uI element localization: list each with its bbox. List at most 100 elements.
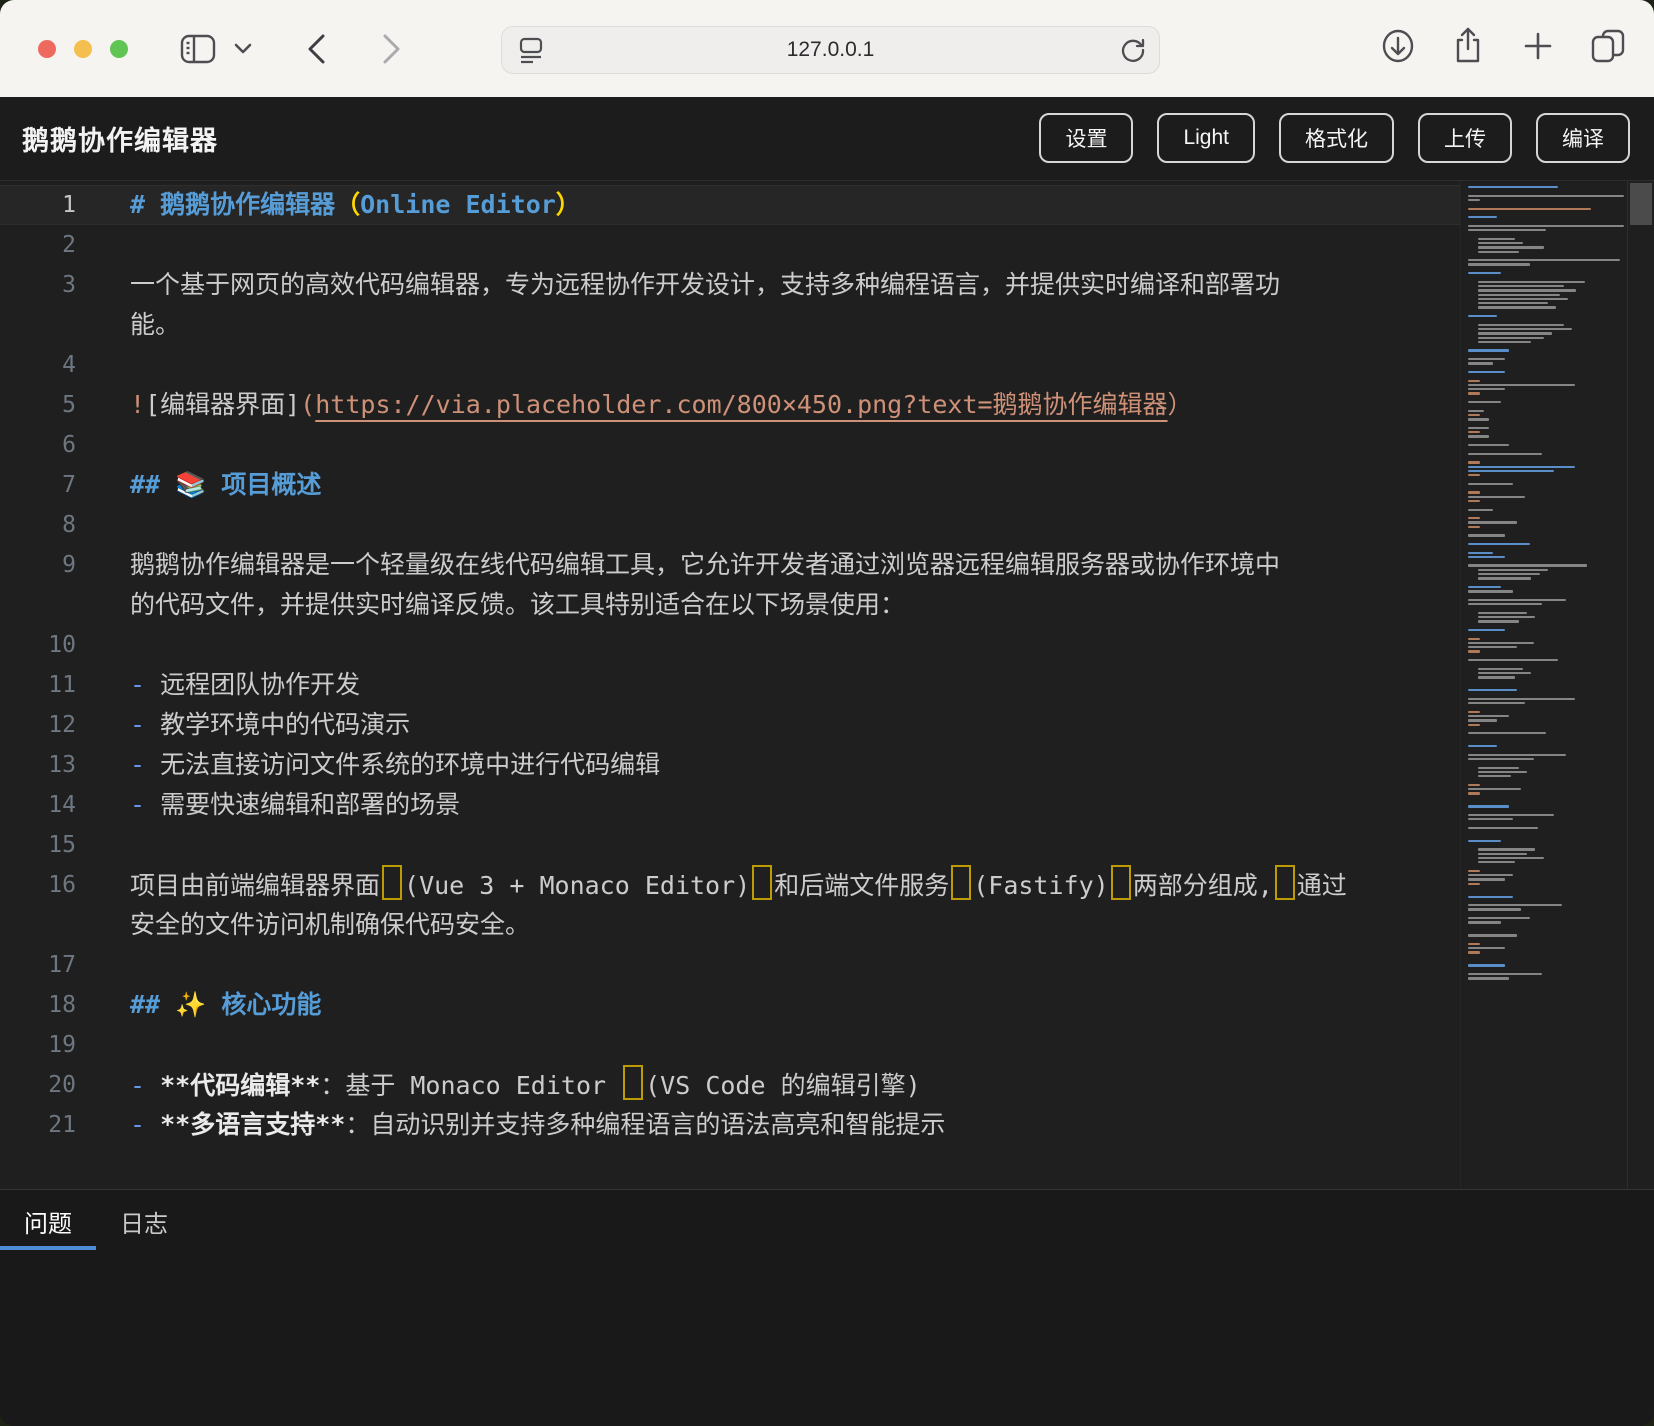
minimap-line [1468, 229, 1546, 231]
minimap-line [1468, 414, 1480, 416]
minimap-line [1468, 921, 1501, 923]
editor-scrollbar[interactable] [1628, 181, 1654, 1189]
chevron-down-icon[interactable] [228, 27, 258, 71]
upload-button[interactable]: 上传 [1418, 113, 1512, 163]
code-line[interactable]: 7## 📚 项目概述 [0, 465, 1461, 505]
minimap-line [1468, 466, 1575, 468]
minimap-line [1478, 328, 1572, 330]
minimap-line [1468, 208, 1591, 210]
minimap-line [1468, 358, 1505, 360]
share-icon[interactable] [1446, 24, 1490, 68]
unicode-highlight-box [382, 865, 402, 900]
line-number: 18 [0, 985, 76, 1025]
code-line[interactable]: 13- 无法直接访问文件系统的环境中进行代码编辑 [0, 745, 1461, 785]
code-line[interactable]: 2 [0, 225, 1461, 265]
close-window-button[interactable] [38, 40, 56, 58]
line-content: - 教学环境中的代码演示 [130, 705, 410, 745]
code-line[interactable]: 15 [0, 825, 1461, 865]
code-line[interactable]: 14- 需要快速编辑和部署的场景 [0, 785, 1461, 825]
scrollbar-thumb[interactable] [1630, 183, 1652, 225]
code-line[interactable]: 19 [0, 1025, 1461, 1065]
line-number: 10 [0, 625, 76, 665]
minimap-line [1468, 410, 1484, 412]
minimap-line [1468, 973, 1542, 975]
minimap-line [1468, 934, 1517, 936]
minimap-line [1468, 418, 1489, 420]
toolbar-buttons: 设置 Light 格式化上传编译 [1039, 113, 1630, 163]
minimap-content [1461, 181, 1627, 1189]
code-line[interactable]: 4 [0, 345, 1461, 385]
code-line[interactable]: 1# 鹅鹅协作编辑器（Online Editor） [0, 185, 1461, 225]
code-line-wrap[interactable]: 能。 [0, 305, 1461, 345]
minimap-line [1468, 461, 1480, 463]
refresh-icon[interactable] [1119, 36, 1147, 64]
line-content: 能。 [130, 305, 180, 345]
unicode-highlight-box [752, 865, 772, 900]
minimap-line [1468, 964, 1505, 966]
reader-icon[interactable] [516, 35, 546, 65]
code-token: 和后端文件服务 [774, 871, 949, 900]
minimap-line [1468, 427, 1489, 429]
sidebar-icon[interactable] [176, 27, 220, 71]
code-line[interactable]: 5![编辑器界面](https://via.placeholder.com/80… [0, 385, 1461, 425]
panel-tab-logs[interactable]: 日志 [96, 1190, 192, 1252]
minimap-line [1468, 556, 1505, 558]
minimap-line [1468, 745, 1497, 747]
code-line-wrap[interactable]: 安全的文件访问机制确保代码安全。 [0, 905, 1461, 945]
line-number: 9 [0, 545, 76, 585]
compile-button[interactable]: 编译 [1536, 113, 1630, 163]
minimap-line [1468, 259, 1620, 261]
forward-icon[interactable] [370, 27, 414, 71]
minimap-line [1468, 435, 1489, 437]
code-token: ✨ [175, 990, 206, 1019]
theme-button[interactable]: Light [1157, 113, 1255, 163]
code-line-wrap[interactable]: 的代码文件，并提供实时编译反馈。该工具特别适合在以下场景使用： [0, 585, 1461, 625]
minimap[interactable] [1460, 181, 1628, 1189]
panel-tab-problems[interactable]: 问题 [0, 1190, 96, 1252]
code-token: Online Editor [360, 190, 556, 219]
bottom-panel: 问题日志 [0, 1189, 1654, 1426]
code-token: **多语言支持** [160, 1110, 345, 1139]
minimap-line [1478, 767, 1519, 769]
code-line[interactable]: 21- **多语言支持**：自动识别并支持多种编程语言的语法高亮和智能提示 [0, 1105, 1461, 1145]
code-token: 的代码文件，并提供实时编译反馈。该工具特别适合在以下场景使用： [130, 590, 905, 619]
code-token: - [130, 1071, 160, 1100]
minimap-line [1478, 577, 1531, 579]
minimap-line [1468, 943, 1480, 945]
code-token: (Vue 3 + Monaco Editor) [404, 871, 750, 900]
code-line[interactable]: 6 [0, 425, 1461, 465]
code-token: 核心功能 [206, 990, 321, 1019]
code-line[interactable]: 17 [0, 945, 1461, 985]
code-line[interactable]: 3一个基于网页的高效代码编辑器，专为远程协作开发设计，支持多种编程语言，并提供实… [0, 265, 1461, 305]
line-number: 1 [0, 185, 76, 225]
minimize-window-button[interactable] [74, 40, 92, 58]
new-tab-icon[interactable] [1516, 24, 1560, 68]
line-number [0, 905, 76, 945]
tabs-overview-icon[interactable] [1586, 24, 1630, 68]
code-line[interactable]: 9鹅鹅协作编辑器是一个轻量级在线代码编辑工具，它允许开发者通过浏览器远程编辑服务… [0, 545, 1461, 585]
code-line[interactable]: 11- 远程团队协作开发 [0, 665, 1461, 705]
code-line[interactable]: 16项目由前端编辑器界面(Vue 3 + Monaco Editor)和后端文件… [0, 865, 1461, 905]
address-bar[interactable]: 127.0.0.1 [501, 26, 1160, 74]
code-line[interactable]: 18## ✨ 核心功能 [0, 985, 1461, 1025]
code-editor[interactable]: 1# 鹅鹅协作编辑器（Online Editor）23一个基于网页的高效代码编辑… [0, 181, 1654, 1189]
minimap-line [1478, 251, 1519, 253]
format-button[interactable]: 格式化 [1279, 113, 1394, 163]
line-content: 安全的文件访问机制确保代码安全。 [130, 905, 530, 945]
code-line[interactable]: 12 - 教学环境中的代码演示 [0, 705, 1461, 745]
line-number: 12 [0, 705, 76, 745]
downloads-icon[interactable] [1376, 24, 1420, 68]
settings-button[interactable]: 设置 [1039, 113, 1133, 163]
line-number: 14 [0, 785, 76, 825]
code-token: 安全的文件访问机制确保代码安全。 [130, 910, 530, 939]
code-line[interactable]: 8 [0, 505, 1461, 545]
back-icon[interactable] [294, 27, 338, 71]
zoom-window-button[interactable] [110, 40, 128, 58]
code-line[interactable]: 10 [0, 625, 1461, 665]
editor-code-area[interactable]: 1# 鹅鹅协作编辑器（Online Editor）23一个基于网页的高效代码编辑… [0, 181, 1461, 1189]
minimap-line [1478, 302, 1548, 304]
minimap-line [1478, 861, 1515, 863]
code-line[interactable]: 20- **代码编辑**：基于 Monaco Editor (VS Code 的… [0, 1065, 1461, 1105]
minimap-line [1478, 242, 1523, 244]
code-token: - [130, 750, 160, 779]
